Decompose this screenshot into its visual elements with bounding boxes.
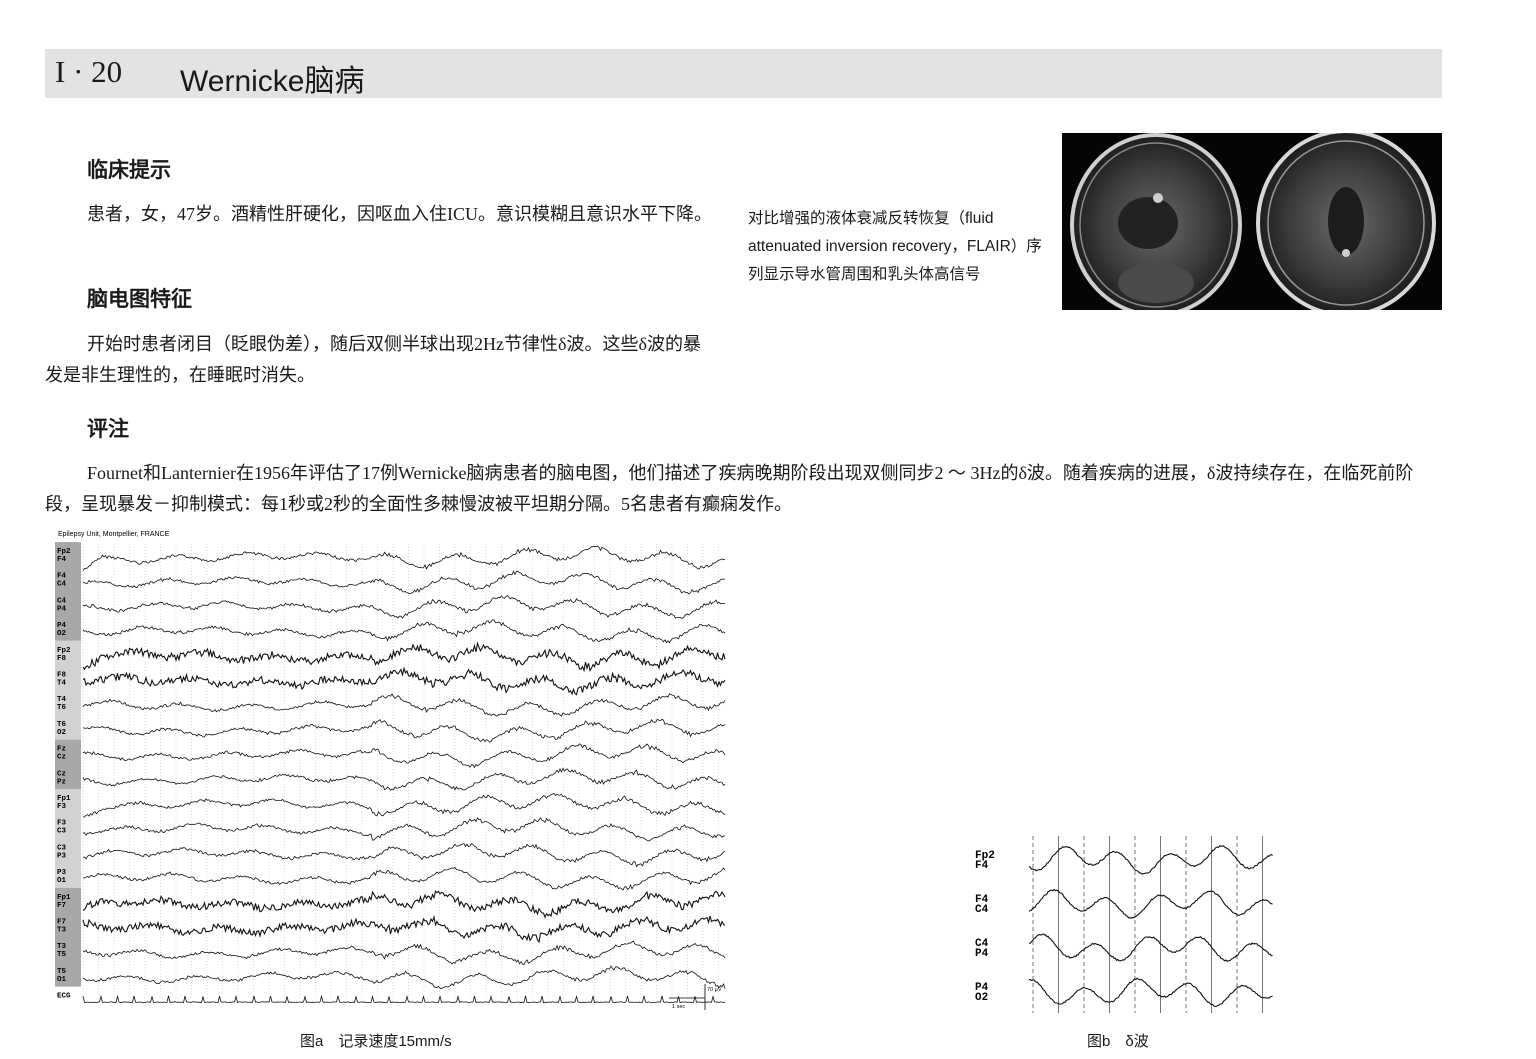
eeg-trace [1028, 977, 1273, 1008]
eeg-trace [82, 842, 726, 868]
eeg-trace [1028, 844, 1273, 875]
channel-label: F4 C4 [975, 894, 989, 916]
channel-label: C4 P4 [975, 938, 989, 960]
amplitude-scale-label: 70 µV [707, 987, 722, 993]
eeg-trace [82, 965, 726, 990]
eeg-trace [82, 940, 726, 965]
channel-label: C4 P4 [57, 597, 67, 613]
channel-label: Fz Cz [57, 746, 66, 762]
channel-label: ECG [57, 993, 71, 1001]
eeg-figure-a: Epilepsy Unit, Montpellier, FRANCEFp2 F4F… [55, 531, 726, 1010]
eeg-trace [82, 817, 726, 842]
eeg-trace [82, 595, 726, 619]
eeg-trace [82, 718, 726, 743]
channel-label: Cz Pz [57, 770, 66, 786]
channel-label: T3 T5 [57, 943, 67, 959]
heading-clinical: 临床提示 [87, 159, 171, 182]
eeg-trace [82, 545, 726, 571]
time-scale-label: 1 sec [672, 1004, 685, 1010]
mri-caption: 对比增强的液体衰减反转恢复（fluid attenuated inversion… [748, 210, 1042, 283]
figure-a-source-label: Epilepsy Unit, Montpellier, FRANCE [58, 531, 170, 538]
heading-eeg-features: 脑电图特征 [87, 288, 192, 311]
mri-image [1062, 133, 1442, 310]
eeg-trace [82, 743, 726, 769]
channel-label: T5 O1 [57, 968, 67, 984]
eeg-trace [82, 666, 726, 696]
eeg-trace [82, 767, 726, 791]
eeg-trace [82, 994, 726, 1004]
channel-label: P3 O1 [57, 869, 67, 885]
eeg-trace [82, 914, 726, 944]
eeg-trace [82, 866, 726, 891]
paragraph-comments: Fournet和Lanternier在1956年评估了17例Wernicke脑病… [45, 463, 1414, 514]
channel-label: T6 O2 [57, 721, 67, 737]
eeg-trace [1028, 888, 1273, 919]
paragraph-eeg-features: 开始时患者闭目（眨眼伪差），随后双侧半球出现2Hz节律性δ波。这些δ波的暴发是非… [45, 334, 701, 385]
channel-label: T4 T6 [57, 696, 67, 712]
eeg-figure-b: Fp2 F4F4 C4C4 P4P4 O2 [973, 836, 1273, 1013]
channel-label: P4 O2 [975, 982, 989, 1004]
eeg-trace [82, 641, 726, 673]
figure-a-caption: 图a 记录速度15mm/s [300, 1033, 452, 1050]
heading-comments: 评注 [87, 418, 129, 441]
channel-label: F3 C3 [57, 820, 67, 836]
channel-label: P4 O2 [57, 622, 67, 638]
eeg-trace [82, 890, 726, 919]
eeg-trace [82, 693, 726, 717]
chapter-number: I · 20 [55, 54, 123, 89]
figure-b-caption: 图b δ波 [1087, 1033, 1149, 1050]
eeg-trace [82, 793, 726, 818]
eeg-trace [82, 619, 726, 644]
channel-label: F4 C4 [57, 573, 67, 589]
eeg-trace [1028, 933, 1273, 962]
paragraph-clinical: 患者，女，47岁。酒精性肝硬化，因呕血入住ICU。意识模糊且意识水平下降。 [87, 204, 712, 224]
channel-label: C3 P3 [57, 844, 67, 860]
channel-label: F7 T3 [57, 919, 67, 935]
channel-label: F8 T4 [57, 672, 67, 688]
eeg-trace [82, 570, 726, 595]
page-title: Wernicke脑病 [180, 65, 365, 98]
